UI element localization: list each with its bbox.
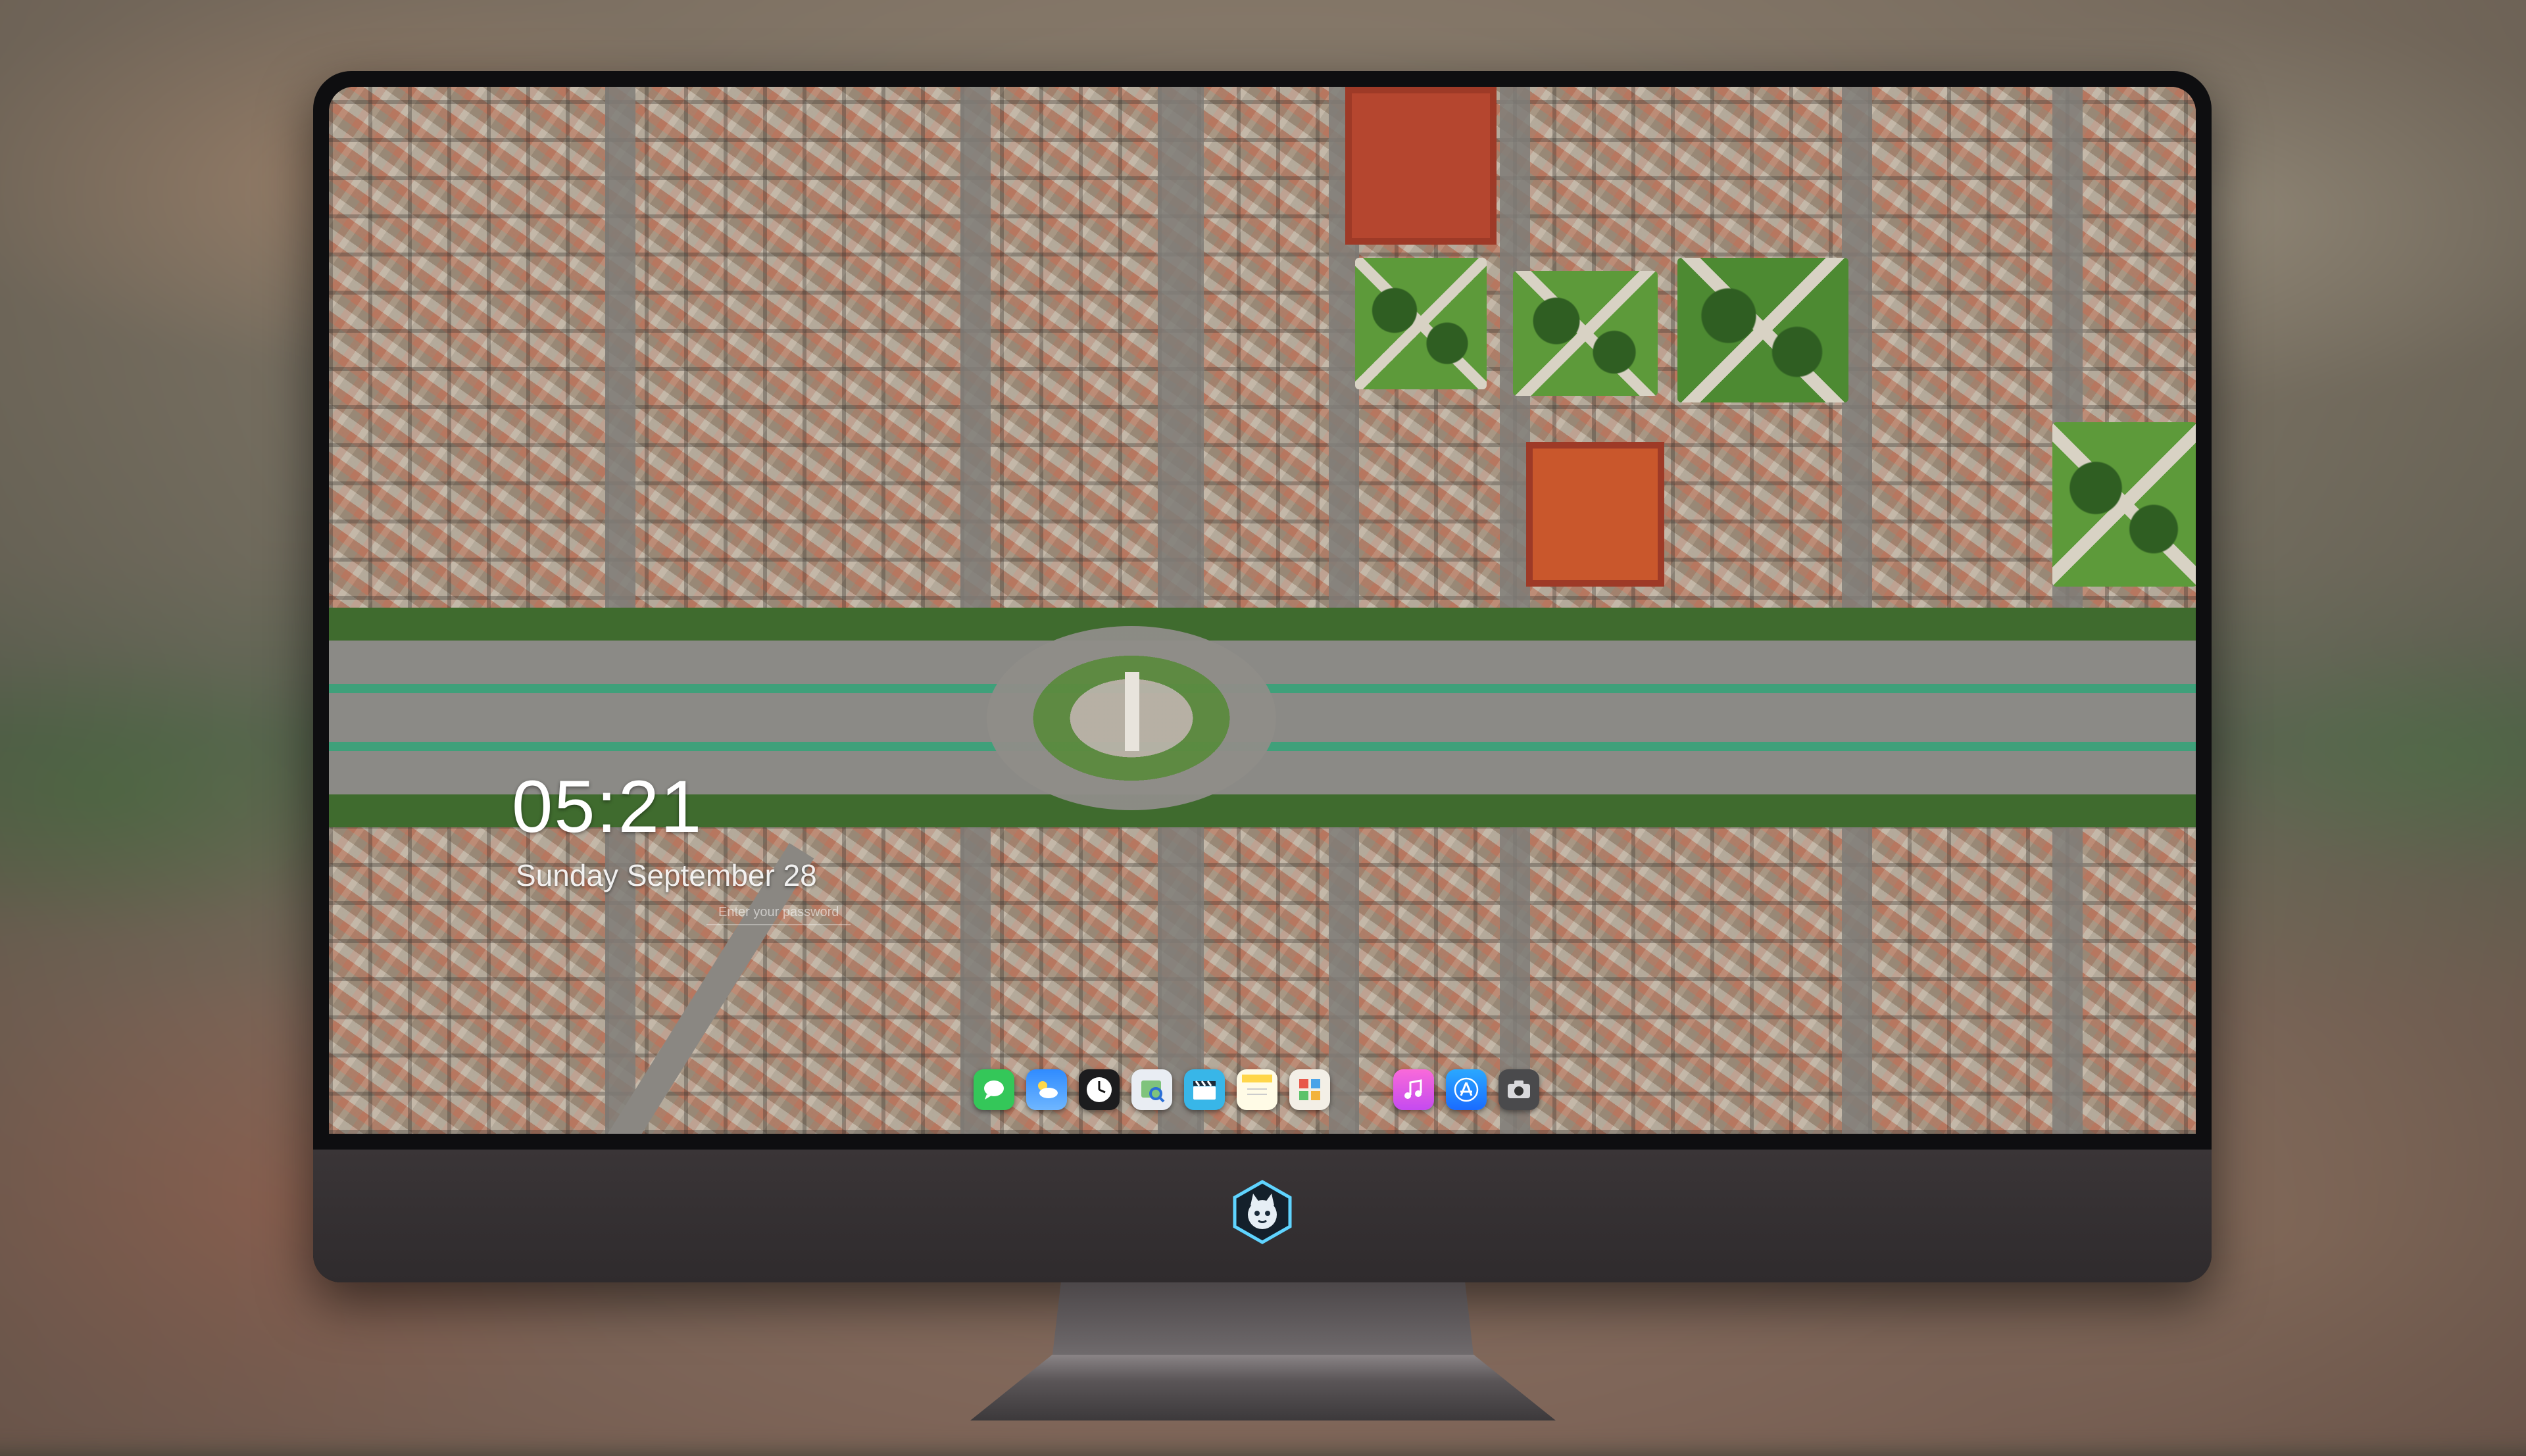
monitor-stand-base <box>970 1355 1556 1420</box>
camera-icon[interactable] <box>1498 1069 1539 1110</box>
notes-icon[interactable] <box>1237 1069 1277 1110</box>
building <box>1526 442 1664 587</box>
lock-clock: 05:21 <box>512 765 703 848</box>
monitor-chin <box>313 1150 2212 1282</box>
obelisk <box>1125 672 1139 751</box>
desktop-monitor: 05:21 Sunday September 28 Enter your pas… <box>313 71 2212 1282</box>
photo-booth-icon[interactable] <box>1289 1069 1330 1110</box>
preview-icon[interactable] <box>1131 1069 1172 1110</box>
park <box>2052 422 2196 587</box>
dock <box>966 1057 1547 1123</box>
park <box>1677 258 1848 402</box>
music-icon[interactable] <box>1393 1069 1434 1110</box>
weather-icon[interactable] <box>1026 1069 1067 1110</box>
aerial-city-wallpaper <box>329 87 2196 1134</box>
park <box>1513 271 1658 396</box>
claquette-icon[interactable] <box>1184 1069 1225 1110</box>
screen: 05:21 Sunday September 28 Enter your pas… <box>329 87 2196 1134</box>
clock-icon[interactable] <box>1079 1069 1120 1110</box>
monitor-stand-neck <box>1052 1282 1474 1355</box>
cat-mascot-logo <box>1226 1176 1299 1248</box>
park <box>1355 258 1487 389</box>
messages-icon[interactable] <box>974 1069 1014 1110</box>
lock-date: Sunday September 28 <box>516 858 817 892</box>
app-store-icon[interactable] <box>1446 1069 1487 1110</box>
building <box>1345 87 1497 245</box>
password-field[interactable]: Enter your password <box>706 901 851 925</box>
